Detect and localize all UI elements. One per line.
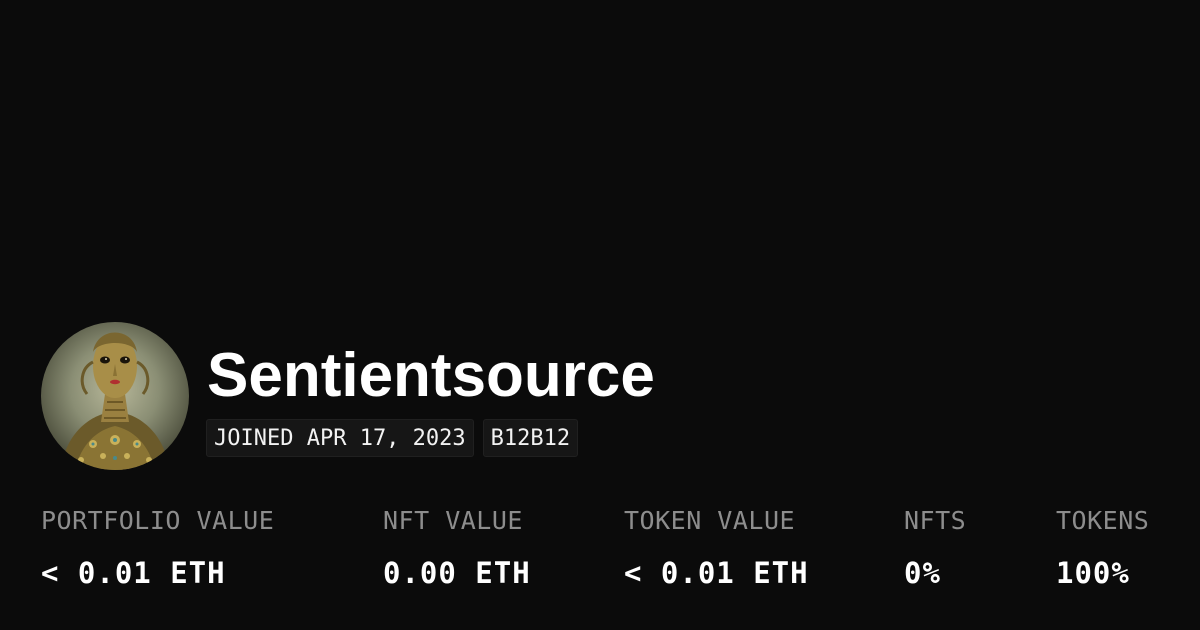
- stat-label: NFT VALUE: [383, 506, 523, 535]
- stat-value: 0%: [904, 556, 941, 590]
- stat-portfolio-value: PORTFOLIO VALUE < 0.01 ETH: [41, 505, 274, 591]
- stat-label: PORTFOLIO VALUE: [41, 506, 275, 535]
- stat-nft-value: NFT VALUE 0.00 ETH: [383, 505, 531, 591]
- stat-label: TOKENS: [1056, 506, 1150, 535]
- profile-badge-tag: B12B12: [482, 419, 579, 457]
- stat-label: NFTS: [904, 506, 967, 535]
- profile-card: Sentientsource JOINED APR 17, 2023 B12B1…: [0, 0, 1200, 630]
- stat-value: 0.00 ETH: [383, 556, 531, 590]
- stat-tokens-share: TOKENS 100%: [1056, 505, 1149, 591]
- stat-value: < 0.01 ETH: [41, 556, 226, 590]
- profile-tags: JOINED APR 17, 2023 B12B12: [206, 419, 579, 457]
- stat-nfts-share: NFTS 0%: [904, 505, 966, 591]
- joined-date-tag: JOINED APR 17, 2023: [206, 419, 474, 457]
- stat-value: < 0.01 ETH: [624, 556, 809, 590]
- stat-token-value: TOKEN VALUE < 0.01 ETH: [624, 505, 809, 591]
- stat-value: 100%: [1056, 556, 1130, 590]
- profile-name: Sentientsource: [207, 341, 655, 410]
- stat-label: TOKEN VALUE: [624, 506, 796, 535]
- avatar: [41, 322, 189, 470]
